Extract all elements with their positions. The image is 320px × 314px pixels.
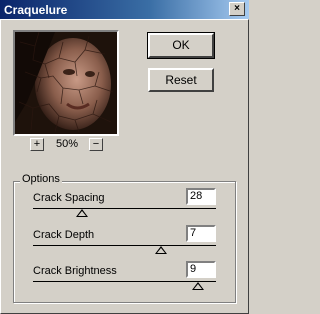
preview-image — [15, 32, 117, 134]
ok-button[interactable]: OK — [147, 32, 215, 59]
crack-brightness-slider[interactable] — [191, 282, 204, 290]
zoom-in-button[interactable]: + — [30, 138, 44, 151]
crack-depth-input[interactable]: 7 — [186, 225, 216, 242]
crack-brightness-input[interactable]: 9 — [186, 261, 216, 278]
crack-depth-label: Crack Depth — [33, 229, 95, 241]
zoom-level: 50% — [56, 138, 79, 150]
crack-brightness-track — [33, 281, 216, 282]
title-bar[interactable]: Craquelure × — [0, 0, 249, 19]
crack-spacing-slider[interactable] — [76, 209, 89, 217]
crack-depth-track — [33, 245, 216, 246]
zoom-out-button[interactable]: − — [89, 138, 103, 151]
reset-button[interactable]: Reset — [148, 68, 214, 92]
crack-spacing-label: Crack Spacing — [33, 192, 105, 204]
filter-preview[interactable] — [13, 30, 119, 136]
crack-spacing-track — [33, 208, 216, 209]
close-button[interactable]: × — [229, 2, 245, 16]
crack-brightness-label: Crack Brightness — [33, 265, 117, 277]
crack-depth-slider[interactable] — [155, 246, 168, 254]
window-title: Craquelure — [4, 3, 68, 17]
crack-spacing-input[interactable]: 28 — [186, 188, 216, 205]
options-label: Options — [20, 173, 62, 185]
